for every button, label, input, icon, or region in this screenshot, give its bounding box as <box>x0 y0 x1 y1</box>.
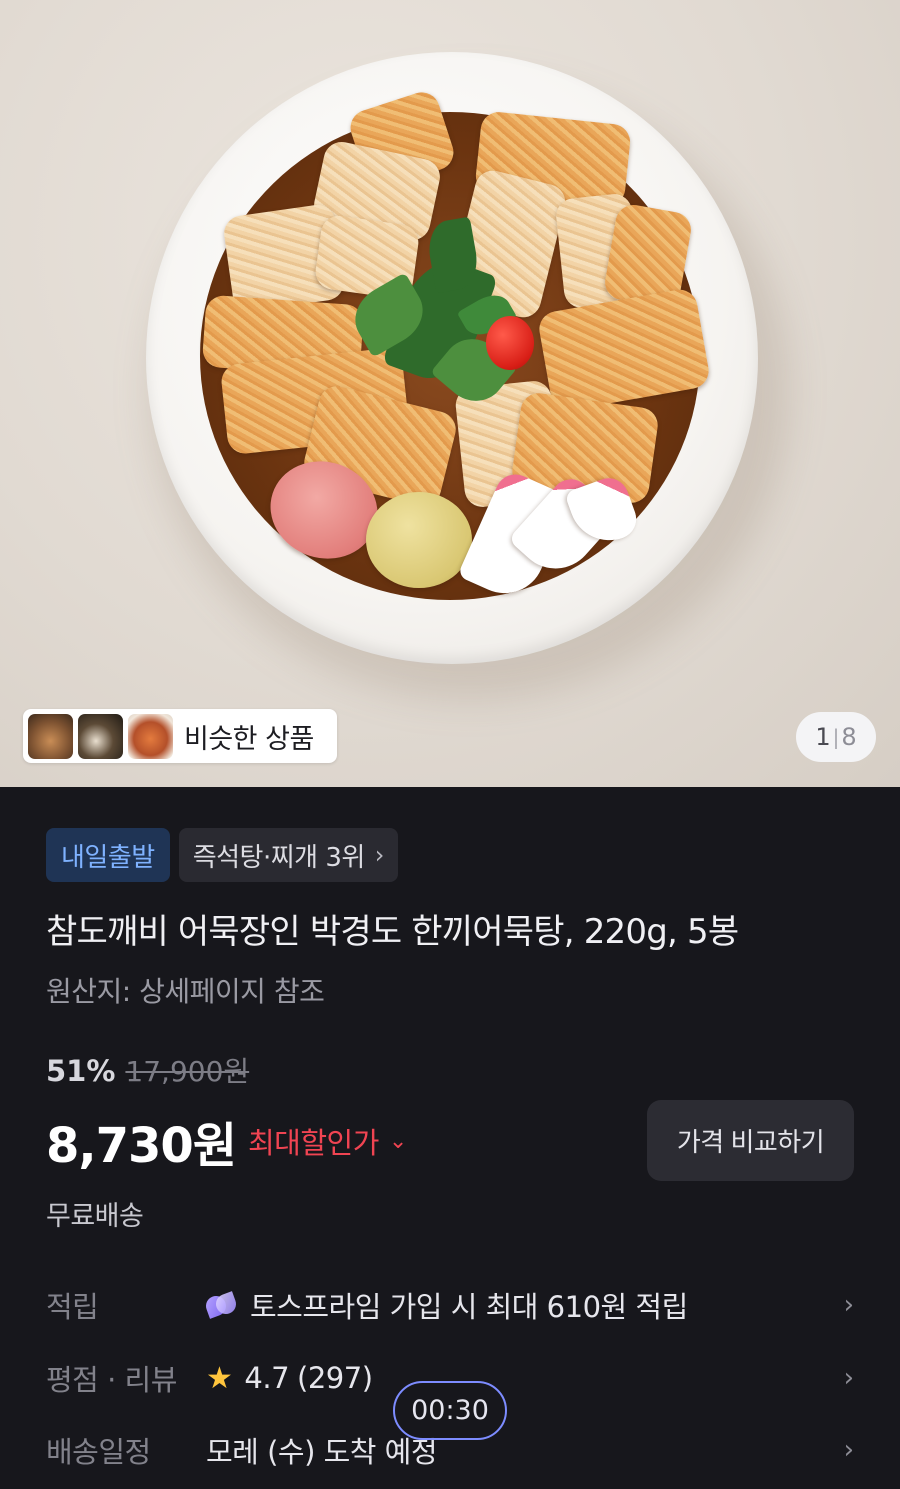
similar-products-label: 비슷한 상품 <box>184 723 314 755</box>
shipping-info: 무료배송 <box>46 1201 144 1232</box>
sale-price: 8,730원 <box>46 1118 237 1174</box>
max-discount-dropdown[interactable]: 최대할인가 ⌄ <box>248 1120 407 1162</box>
info-value-rating: ★ 4.7 (297) <box>206 1361 834 1396</box>
green-fishball <box>366 492 472 588</box>
delivery-badge: 내일출발 <box>46 828 170 882</box>
timer-badge: 00:30 <box>393 1381 507 1440</box>
product-badges: 내일출발 즉석탕·찌개 3위 › <box>46 828 398 882</box>
image-counter-separator: | <box>832 725 840 749</box>
similar-product-thumbnail <box>78 713 123 759</box>
image-counter: 1 | 8 <box>796 712 876 762</box>
rating-value: 4.7 <box>244 1361 290 1395</box>
discount-rate: 51% <box>46 1054 116 1088</box>
product-title: 참도깨비 어묵장인 박경도 한끼어묵탕, 220g, 5봉 <box>46 912 739 952</box>
info-row-points[interactable]: 적립 토스프라임 가입 시 최대 610원 적립 › <box>46 1277 854 1333</box>
product-image-carousel[interactable]: 비슷한 상품 1 | 8 <box>0 0 900 787</box>
info-label-delivery: 배송일정 <box>46 1435 151 1469</box>
compare-price-button[interactable]: 가격 비교하기 <box>647 1100 854 1181</box>
similar-product-thumbnail <box>128 713 173 759</box>
chevron-right-icon: › <box>843 1363 854 1393</box>
image-total-count: 8 <box>841 723 857 751</box>
chevron-down-icon: ⌄ <box>388 1128 407 1154</box>
category-rank-label: 즉석탕·찌개 3위 <box>192 842 366 873</box>
image-current-index: 1 <box>815 723 831 751</box>
review-count: (297) <box>297 1361 373 1395</box>
delivery-date-text: 모레 (수) 도착 예정 <box>206 1435 438 1469</box>
chevron-right-icon: › <box>374 841 385 869</box>
info-label-points: 적립 <box>46 1290 99 1324</box>
chevron-right-icon: › <box>843 1290 854 1320</box>
category-rank-link[interactable]: 즉석탕·찌개 3위 › <box>178 828 398 882</box>
toss-prime-icon <box>206 1292 238 1318</box>
red-pepper-garnish <box>486 316 534 370</box>
similar-product-thumbnail <box>28 713 73 759</box>
chevron-right-icon: › <box>843 1435 854 1465</box>
star-icon: ★ <box>206 1360 233 1396</box>
original-price: 17,900원 <box>125 1055 250 1088</box>
similar-products-button[interactable]: 비슷한 상품 <box>23 709 337 763</box>
max-discount-label: 최대할인가 <box>248 1126 379 1160</box>
discount-row: 51% 17,900원 <box>46 1050 249 1090</box>
info-value-delivery: 모레 (수) 도착 예정 <box>206 1429 834 1471</box>
points-text: 토스프라임 가입 시 최대 610원 적립 <box>250 1290 688 1324</box>
info-value-points: 토스프라임 가입 시 최대 610원 적립 <box>206 1284 834 1326</box>
info-label-rating: 평점 · 리뷰 <box>46 1363 177 1397</box>
product-origin: 원산지: 상세페이지 참조 <box>46 975 325 1008</box>
price-row: 8,730원 최대할인가 ⌄ <box>46 1106 407 1176</box>
